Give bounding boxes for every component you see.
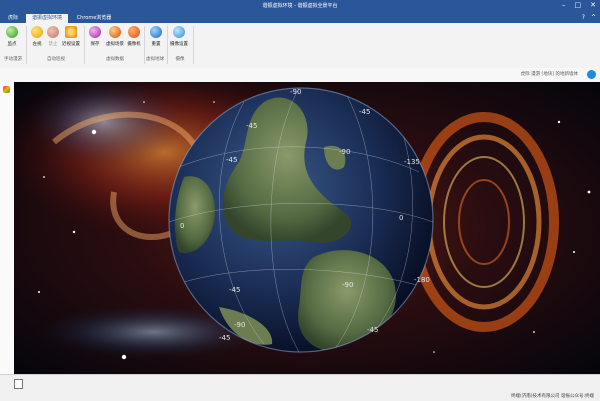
minimize-icon[interactable]: – (562, 1, 566, 9)
stop-button[interactable]: 禁止 (44, 26, 62, 47)
breadcrumb[interactable]: 虎际 漫游 [地块] 的地新墙体 (521, 71, 578, 77)
group-label-camera: 摄像 (175, 57, 185, 62)
ribbon-tab-bar: 虎际 谐振虚拟环境 Chrome浏览器 ? ^ (0, 13, 600, 23)
graticule-label: -45 (367, 326, 378, 334)
ribbon-separator (193, 26, 194, 64)
collapse-icon[interactable]: ^ (591, 14, 596, 21)
graticule-label: 0 (399, 214, 403, 222)
graticule-label: -135 (404, 158, 420, 166)
graticule-label: -45 (246, 122, 257, 130)
refresh-icon[interactable] (587, 70, 596, 79)
tab-chrome-browser[interactable]: Chrome浏览器 (72, 14, 116, 23)
camera-settings-icon (173, 26, 185, 38)
graticule-label: -180 (414, 276, 430, 284)
group-label-auto: 自动巡视 (47, 57, 65, 62)
graticule-label: 0 (180, 222, 184, 230)
left-view-icon (31, 26, 43, 38)
left-toolbar (0, 82, 15, 374)
reset-button[interactable]: 重置 (147, 26, 165, 47)
settings-icon (65, 26, 77, 38)
ribbon: 监点 手动漫游 左视 禁止 近视设置 自动巡视 保存 虚拟场景 摄像机 虚拟数据… (0, 23, 600, 69)
graticule-label: -90 (290, 88, 301, 96)
window-title: 谐振虚拟环境 - 谐振虚拟全景平台 (262, 3, 338, 9)
close-icon[interactable]: ✕ (590, 1, 596, 9)
save-button[interactable]: 保存 (86, 26, 104, 47)
title-bar: 谐振虚拟环境 - 谐振虚拟全景平台 – □ ✕ (0, 0, 600, 13)
near-view-settings-button[interactable]: 近视设置 (62, 26, 80, 47)
camera-button[interactable]: 摄像机 (125, 26, 143, 47)
help-icon[interactable]: ? (582, 14, 585, 21)
address-bar: 虎际 漫游 [地块] 的地新墙体 (0, 68, 600, 82)
status-bar: 终端(济南)技术有限公司 谐振公众号:终端 (0, 374, 600, 401)
ribbon-separator (26, 26, 27, 64)
group-label-manual: 手动漫游 (4, 57, 22, 62)
viewpoint-button[interactable]: 监点 (3, 26, 21, 47)
ribbon-separator (84, 26, 85, 64)
maximize-icon[interactable]: □ (575, 1, 582, 9)
virtual-scene-button[interactable]: 虚拟场景 (106, 26, 124, 47)
graticule-label: -90 (339, 148, 350, 156)
tab-home[interactable]: 虎际 (4, 14, 22, 23)
globe-viewport[interactable]: -90 -45 -45 -90 -135 -45 0 0 -45 -90 -18… (14, 82, 600, 374)
graticule-label: -45 (219, 334, 230, 342)
graticule-label: -90 (234, 321, 245, 329)
status-text: 终端(济南)技术有限公司 谐振公众号:终端 (511, 394, 594, 399)
scene-canvas[interactable]: -90 -45 -45 -90 -135 -45 0 0 -45 -90 -18… (14, 82, 600, 374)
scene-icon (109, 26, 121, 38)
viewpoint-icon (6, 26, 18, 38)
globe[interactable]: -90 -45 -45 -90 -135 -45 0 0 -45 -90 -18… (168, 87, 434, 353)
graticule-label: -90 (342, 281, 353, 289)
graticule-label: -45 (229, 286, 240, 294)
camera-settings-button[interactable]: 摄像设置 (170, 26, 188, 47)
save-icon (89, 26, 101, 38)
group-label-data: 虚拟数据 (106, 57, 124, 62)
document-icon[interactable] (14, 379, 23, 389)
tab-virtual-env[interactable]: 谐振虚拟环境 (26, 14, 68, 23)
graticule-label: -45 (359, 108, 370, 116)
graticule-label: -45 (226, 156, 237, 164)
group-label-earth: 虚拟地球 (146, 57, 164, 62)
camera-icon (128, 26, 140, 38)
globe-icon (150, 26, 162, 38)
layers-icon[interactable] (3, 86, 10, 93)
stop-icon (47, 26, 59, 38)
